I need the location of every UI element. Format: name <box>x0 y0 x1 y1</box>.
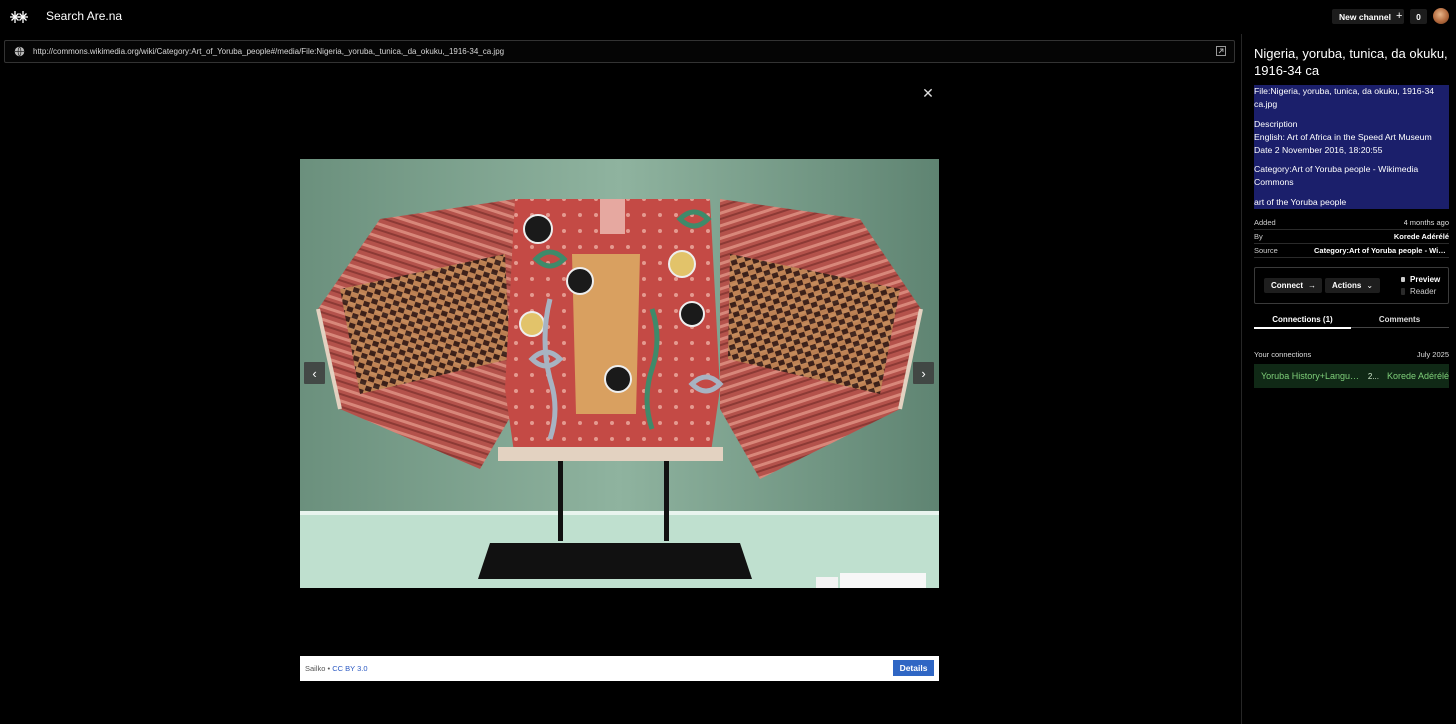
meta-added: Added 4 months ago <box>1254 216 1449 230</box>
block-image <box>300 159 939 588</box>
block-title[interactable]: Nigeria, yoruba, tunica, da okuku, 1916-… <box>1254 45 1449 79</box>
arena-logo-icon[interactable] <box>10 8 28 26</box>
description-line: Category:Art of Yoruba people - Wikimedi… <box>1254 164 1419 187</box>
credit-author: Sailko <box>305 664 326 673</box>
source-value[interactable]: Category:Art of Yoruba people - Wikimedi… <box>1314 246 1449 255</box>
image-caption: Sailko • CC BY 3.0 Details <box>300 656 939 681</box>
connections-date: July 2025 <box>1416 350 1449 359</box>
new-channel-button[interactable]: New channel + <box>1332 9 1404 24</box>
source-label: Source <box>1254 246 1278 255</box>
connection-count: 2... <box>1367 371 1379 381</box>
reader-option[interactable]: Reader <box>1410 287 1436 296</box>
url-bar[interactable]: http://commons.wikimedia.org/wiki/Catego… <box>4 40 1235 63</box>
notification-count[interactable]: 0 <box>1410 9 1427 24</box>
actions-button[interactable]: Actions ⌄ <box>1325 278 1380 293</box>
description-line: art of the Yoruba people <box>1254 196 1347 207</box>
details-button[interactable]: Details <box>893 660 934 676</box>
chevron-left-icon: ‹ <box>312 365 317 381</box>
globe-icon <box>14 46 25 57</box>
close-icon[interactable]: ✕ <box>921 86 935 100</box>
view-mode-toggle[interactable] <box>1401 274 1405 298</box>
new-channel-label: New channel <box>1339 11 1391 22</box>
connection-item[interactable]: Yoruba History+Language 2... Korede Adér… <box>1254 364 1449 388</box>
connection-user: Korede Adérélé <box>1386 371 1449 381</box>
by-value[interactable]: Korede Adérélé <box>1394 232 1449 241</box>
description-line: File:Nigeria, yoruba, tunica, da okuku, … <box>1254 86 1435 109</box>
previous-button[interactable]: ‹ <box>304 362 325 384</box>
your-connections-header: Your connections July 2025 <box>1254 350 1449 359</box>
panel-tabs: Connections (1) Comments <box>1254 313 1449 329</box>
actions-label: Actions <box>1332 281 1362 290</box>
image-credit: Sailko • CC BY 3.0 <box>305 664 368 673</box>
preview-option[interactable]: Preview <box>1410 275 1440 284</box>
tab-connections[interactable]: Connections (1) <box>1254 315 1351 329</box>
connect-label: Connect <box>1271 281 1303 290</box>
tunic-image <box>300 159 939 588</box>
open-external-icon[interactable] <box>1216 46 1226 56</box>
source-url[interactable]: http://commons.wikimedia.org/wiki/Catego… <box>33 47 504 56</box>
meta-source: Source Category:Art of Yoruba people - W… <box>1254 244 1449 258</box>
search-input[interactable]: Search Are.na <box>46 9 122 23</box>
toggle-on-indicator <box>1401 277 1405 282</box>
added-label: Added <box>1254 218 1276 227</box>
chevron-right-icon: › <box>921 365 926 381</box>
action-box: Connect → Actions ⌄ Preview Reader <box>1254 267 1449 304</box>
your-connections-label: Your connections <box>1254 350 1312 359</box>
meta-by: By Korede Adérélé <box>1254 230 1449 244</box>
description-line: Description English: Art of Africa in th… <box>1254 118 1432 155</box>
tab-comments[interactable]: Comments <box>1351 315 1448 324</box>
toggle-off-indicator <box>1401 288 1405 295</box>
connect-button[interactable]: Connect → <box>1264 278 1322 293</box>
avatar[interactable] <box>1433 8 1449 24</box>
chevron-down-icon: ⌄ <box>1366 281 1374 290</box>
license-link[interactable]: CC BY 3.0 <box>332 664 367 673</box>
credit-separator: • <box>327 664 331 673</box>
block-description: File:Nigeria, yoruba, tunica, da okuku, … <box>1254 85 1449 209</box>
arrow-right-icon: → <box>1308 281 1316 290</box>
plus-icon: + <box>1395 10 1403 22</box>
panel-divider <box>1241 34 1242 724</box>
next-button[interactable]: › <box>913 362 934 384</box>
top-bar: Search Are.na New channel + 0 <box>0 0 1456 34</box>
added-value: 4 months ago <box>1403 218 1449 227</box>
by-label: By <box>1254 232 1263 241</box>
connection-channel: Yoruba History+Language <box>1261 371 1360 381</box>
